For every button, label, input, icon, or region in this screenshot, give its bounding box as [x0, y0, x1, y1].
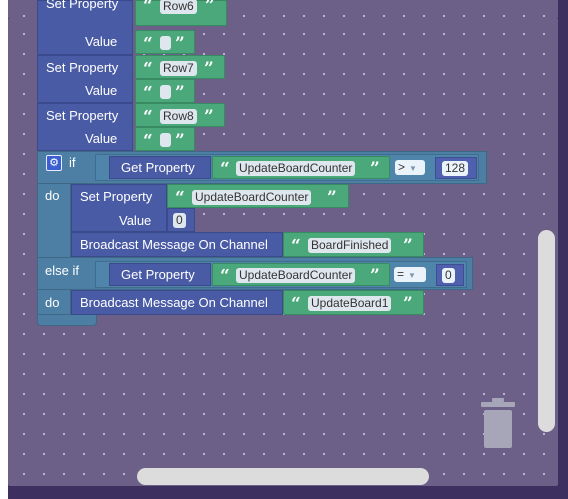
close-quote-icon: ” [204, 107, 214, 127]
open-quote-icon: “ [143, 34, 153, 54]
value-label: Value [85, 83, 118, 98]
text-block-update-board-counter[interactable]: “ UpdateBoardCounter ” [212, 156, 390, 179]
operator-dropdown[interactable]: = ▼ [394, 267, 426, 282]
set-property-label: Set Property [46, 0, 119, 11]
open-quote-icon: “ [143, 59, 153, 79]
text-block-empty[interactable]: “ ” [135, 30, 195, 54]
close-quote-icon: ” [403, 236, 413, 256]
else-if-label: else if [45, 263, 79, 278]
open-quote-icon: “ [220, 266, 230, 286]
text-block-update-board-counter[interactable]: “ UpdateBoardCounter ” [212, 263, 390, 286]
get-property-label: Get Property [121, 160, 195, 175]
broadcast-label: Broadcast Message On Channel [80, 237, 268, 252]
set-property-label: Set Property [46, 108, 119, 123]
close-quote-icon: ” [327, 188, 337, 208]
text-block-board-finished[interactable]: “ BoardFinished ” [283, 232, 424, 257]
open-quote-icon: “ [220, 159, 230, 179]
text-field[interactable]: UpdateBoardCounter [236, 161, 356, 176]
operator-dropdown[interactable]: > ▼ [395, 160, 425, 175]
text-field[interactable]: Row6 [160, 0, 197, 14]
close-quote-icon: ” [175, 83, 185, 103]
open-quote-icon: “ [143, 107, 153, 127]
operator-symbol: > [398, 160, 406, 174]
text-field[interactable]: Row8 [160, 109, 197, 124]
text-field[interactable]: Row7 [160, 61, 197, 76]
close-quote-icon: ” [205, 0, 215, 16]
open-quote-icon: “ [143, 131, 153, 151]
value-label: Value [119, 213, 152, 228]
broadcast-label: Broadcast Message On Channel [80, 295, 268, 310]
number-block[interactable]: 0 [436, 264, 464, 286]
get-property-block[interactable]: Get Property [109, 263, 211, 286]
text-field[interactable]: UpdateBoardCounter [236, 268, 356, 283]
close-quote-icon: ” [175, 131, 185, 151]
text-field[interactable]: UpdateBoardCounter [192, 190, 312, 205]
do-label: do [45, 188, 60, 203]
value-label: Value [85, 131, 118, 146]
get-property-block[interactable]: Get Property [109, 156, 211, 179]
number-field[interactable]: 0 [173, 213, 186, 228]
text-field[interactable]: UpdateBoard1 [308, 296, 392, 311]
chevron-down-icon: ▼ [408, 271, 416, 280]
if-block-footer [37, 314, 97, 326]
text-block-update-board-counter[interactable]: “ UpdateBoardCounter ” [167, 184, 349, 208]
vertical-scrollbar[interactable] [538, 230, 555, 432]
chevron-down-icon: ▼ [409, 164, 417, 173]
open-quote-icon: “ [175, 188, 185, 208]
trash-icon[interactable] [478, 398, 518, 450]
set-property-block-row8[interactable]: Set Property Value [37, 103, 133, 151]
set-property-label: Set Property [46, 60, 119, 75]
number-block[interactable]: 128 [435, 157, 477, 179]
text-block-empty[interactable]: “ ” [135, 79, 195, 103]
set-property-block-counter[interactable]: Set Property Value [71, 184, 167, 232]
broadcast-block[interactable]: Broadcast Message On Channel [71, 232, 283, 257]
if-label: if [69, 155, 76, 170]
number-block[interactable]: 0 [167, 208, 195, 232]
text-block-row7[interactable]: “ Row7 ” [135, 55, 225, 79]
gear-icon[interactable]: ⚙ [46, 155, 62, 171]
open-quote-icon: “ [143, 83, 153, 103]
window-edge [0, 0, 8, 499]
close-quote-icon: ” [370, 266, 380, 286]
set-property-block-row6[interactable]: Set Property Value [37, 0, 133, 55]
empty-text-field[interactable] [160, 85, 171, 99]
close-quote-icon: ” [204, 59, 214, 79]
close-quote-icon: ” [403, 294, 413, 314]
open-quote-icon: “ [291, 236, 301, 256]
number-field[interactable]: 128 [442, 161, 469, 176]
get-property-label: Get Property [121, 267, 195, 282]
value-label: Value [85, 34, 118, 49]
text-block-empty[interactable]: “ ” [135, 127, 195, 151]
set-property-block-row7[interactable]: Set Property Value [37, 55, 133, 103]
broadcast-block[interactable]: Broadcast Message On Channel [71, 290, 283, 315]
open-quote-icon: “ [143, 0, 153, 16]
text-block-row8[interactable]: “ Row8 ” [135, 103, 225, 127]
number-field[interactable]: 0 [442, 268, 455, 283]
operator-symbol: = [397, 267, 405, 281]
set-property-label: Set Property [80, 189, 153, 204]
text-block-row6[interactable]: “ Row6 ” [135, 0, 227, 26]
open-quote-icon: “ [291, 294, 301, 314]
horizontal-scrollbar[interactable] [137, 468, 429, 485]
close-quote-icon: ” [175, 34, 185, 54]
empty-text-field[interactable] [160, 36, 171, 50]
do-label: do [45, 295, 60, 310]
close-quote-icon: ” [370, 159, 380, 179]
empty-text-field[interactable] [160, 133, 171, 147]
text-block-update-board1[interactable]: “ UpdateBoard1 ” [283, 290, 424, 315]
text-field[interactable]: BoardFinished [308, 238, 392, 253]
